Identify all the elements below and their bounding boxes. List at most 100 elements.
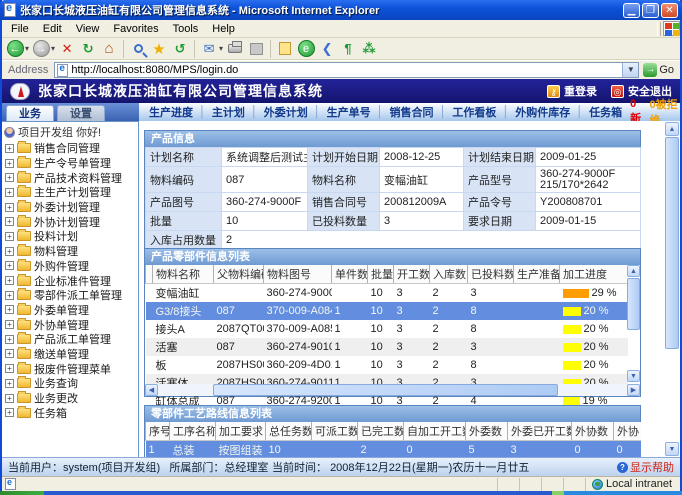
nav-item-1[interactable]: 主计划 [212, 104, 245, 120]
tree-item-17[interactable]: +业务更改 [2, 391, 138, 406]
show-help-link[interactable]: ? 显示帮助 [617, 459, 674, 475]
expand-icon[interactable]: + [5, 159, 14, 168]
nav-item-7[interactable]: 任务箱 [589, 104, 622, 120]
scroll-right-icon[interactable]: ▶ [627, 384, 640, 396]
menu-edit[interactable]: Edit [36, 23, 69, 35]
research-icon[interactable]: ¶ [339, 40, 357, 58]
edit-icon[interactable] [247, 40, 265, 58]
tree-item-1[interactable]: +生产令号单管理 [2, 156, 138, 171]
favorites-icon[interactable]: ★ [150, 40, 168, 58]
expand-icon[interactable]: + [5, 247, 14, 256]
expand-icon[interactable]: + [5, 364, 14, 373]
scroll-up-icon[interactable]: ▲ [665, 122, 679, 136]
expand-icon[interactable]: + [5, 320, 14, 329]
tree-item-12[interactable]: +外协单管理 [2, 317, 138, 332]
search-icon[interactable] [129, 40, 147, 58]
menu-help[interactable]: Help [205, 23, 242, 35]
go-button[interactable]: → Go [639, 63, 678, 77]
menu-favorites[interactable]: Favorites [106, 23, 165, 35]
tab-business[interactable]: 业务 [6, 105, 54, 121]
expand-icon[interactable]: + [5, 379, 14, 388]
menu-tools[interactable]: Tools [166, 23, 206, 35]
scroll-left-icon[interactable]: ◀ [145, 384, 158, 396]
tree-item-0[interactable]: +销售合同管理 [2, 141, 138, 156]
history-icon[interactable]: ↺ [171, 40, 189, 58]
parts-vertical-scrollbar[interactable]: ▲ ▼ [627, 265, 640, 382]
home-icon[interactable]: ⌂ [100, 40, 118, 58]
back-icon[interactable]: ← [6, 40, 24, 58]
forward-icon[interactable]: → [32, 40, 50, 58]
expand-icon[interactable]: + [5, 173, 14, 182]
process-row-0[interactable]: 1总装按图组装10205300 [146, 441, 641, 458]
scroll-thumb[interactable] [213, 384, 558, 396]
expand-icon[interactable]: + [5, 276, 14, 285]
tree-item-3[interactable]: +主生产计划管理 [2, 185, 138, 200]
nav-item-6[interactable]: 外购件库存 [515, 104, 570, 120]
tree-item-6[interactable]: +投料计划 [2, 229, 138, 244]
expand-icon[interactable]: + [5, 349, 14, 358]
tree-item-2[interactable]: +产品技术资料管理 [2, 170, 138, 185]
expand-icon[interactable]: + [5, 394, 14, 403]
nav-item-3[interactable]: 生产单号 [327, 104, 371, 120]
tree-item-16[interactable]: +业务查询 [2, 376, 138, 391]
expand-icon[interactable]: + [5, 408, 14, 417]
notes-icon[interactable] [276, 40, 294, 58]
relogin-button[interactable]: ⚷ 重登录 [547, 83, 597, 99]
scroll-down-icon[interactable]: ▼ [665, 442, 679, 456]
menu-file[interactable]: File [4, 23, 36, 35]
mail-icon[interactable]: ✉ [200, 40, 218, 58]
maximize-button[interactable]: ❐ [642, 3, 659, 18]
tree-item-5[interactable]: +外协计划管理 [2, 214, 138, 229]
parts-row-4[interactable]: 板2087HS002360-209-4D01011032820 % [146, 356, 628, 374]
expand-icon[interactable]: + [5, 144, 14, 153]
nav-item-5[interactable]: 工作看板 [452, 104, 496, 120]
parts-row-2[interactable]: 接头A2087QT002370-009-A085011032820 % [146, 320, 628, 338]
nav-item-0[interactable]: 生产进度 [149, 104, 193, 120]
parts-row-0[interactable]: 变幅油缸360-274-9000F1032329 % [146, 284, 628, 303]
dropdown-arrow-icon[interactable]: ▾ [219, 44, 223, 53]
tree-item-11[interactable]: +外委单管理 [2, 303, 138, 318]
expand-icon[interactable]: + [5, 232, 14, 241]
print-icon[interactable] [226, 40, 244, 58]
tree-item-7[interactable]: +物料管理 [2, 244, 138, 259]
tree-item-14[interactable]: +缴送单管理 [2, 347, 138, 362]
expand-icon[interactable]: + [5, 188, 14, 197]
discuss-icon[interactable]: ⁂ [360, 40, 378, 58]
messenger-icon[interactable]: e [297, 40, 315, 58]
nav-item-4[interactable]: 销售合同 [390, 104, 434, 120]
tree-item-9[interactable]: +企业标准件管理 [2, 273, 138, 288]
parts-horizontal-scrollbar[interactable]: ◀ ▶ [145, 384, 640, 396]
expand-icon[interactable]: + [5, 291, 14, 300]
tree-item-18[interactable]: +任务箱 [2, 405, 138, 420]
tree-item-10[interactable]: +零部件派工单管理 [2, 288, 138, 303]
stop-icon[interactable]: ✕ [58, 40, 76, 58]
expand-icon[interactable]: + [5, 217, 14, 226]
menu-view[interactable]: View [69, 23, 107, 35]
scroll-up-icon[interactable]: ▲ [627, 265, 640, 277]
tree-item-8[interactable]: +外购件管理 [2, 259, 138, 274]
scroll-thumb[interactable] [627, 278, 640, 330]
dropdown-arrow-icon[interactable]: ▾ [25, 44, 29, 53]
start-button[interactable] [0, 491, 44, 495]
expand-icon[interactable]: + [5, 261, 14, 270]
tree-item-13[interactable]: +产品派工单管理 [2, 332, 138, 347]
minimize-button[interactable]: ▁ [623, 3, 640, 18]
expand-icon[interactable]: + [5, 305, 14, 314]
tab-settings[interactable]: 设置 [57, 105, 105, 121]
media-icon[interactable]: ❮ [318, 40, 336, 58]
address-dropdown[interactable]: ▼ [622, 63, 638, 77]
address-input[interactable]: http://localhost:8080/MPS/login.do ▼ [54, 62, 639, 78]
dropdown-arrow-icon[interactable]: ▾ [51, 44, 55, 53]
scroll-thumb[interactable] [665, 137, 679, 349]
parts-row-3[interactable]: 活塞087360-274-9010F11032320 % [146, 338, 628, 356]
parts-row-1[interactable]: G3/8接头087370-009-A084011032820 % [146, 302, 628, 320]
tree-item-15[interactable]: +报废件管理菜单 [2, 361, 138, 376]
refresh-icon[interactable]: ↻ [79, 40, 97, 58]
nav-item-2[interactable]: 外委计划 [264, 104, 308, 120]
tree-item-4[interactable]: +外委计划管理 [2, 200, 138, 215]
scroll-down-icon[interactable]: ▼ [627, 370, 640, 382]
expand-icon[interactable]: + [5, 203, 14, 212]
expand-icon[interactable]: + [5, 335, 14, 344]
page-vertical-scrollbar[interactable]: ▲ ▼ [665, 122, 679, 456]
close-button[interactable]: ✕ [661, 3, 678, 18]
